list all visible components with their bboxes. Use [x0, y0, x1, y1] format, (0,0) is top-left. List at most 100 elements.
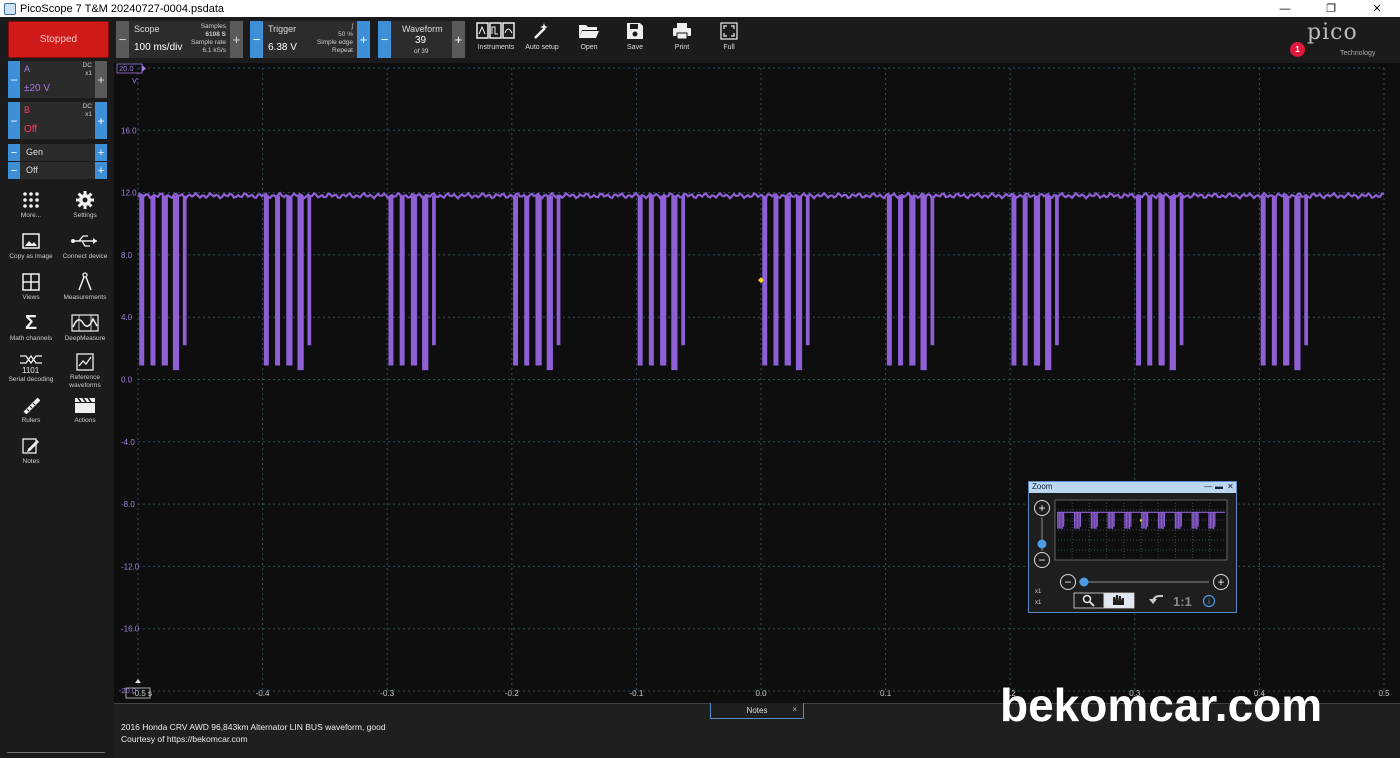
- zoom-in-icon: +: [1217, 575, 1224, 589]
- overview-pulse: [1160, 512, 1163, 529]
- generator-increase[interactable]: +: [95, 144, 107, 161]
- channel-a-range-increase[interactable]: +: [95, 61, 107, 98]
- waveform-current[interactable]: 39: [415, 35, 426, 46]
- waveform-pulse: [556, 195, 561, 346]
- overview-pulse: [1079, 512, 1082, 527]
- full-screen-button[interactable]: Full: [706, 19, 752, 59]
- overview-pulse: [1214, 512, 1216, 527]
- ruler-icon: [22, 394, 40, 416]
- notes-line-1: 2016 Honda CRV AWD 96,843km Alternator L…: [121, 722, 386, 732]
- serial-decoding-button[interactable]: 1101 Serial decoding: [3, 353, 59, 393]
- generator-state-decrease[interactable]: −: [8, 162, 20, 179]
- overview-pulse: [1092, 512, 1094, 529]
- zoom-restore-button[interactable]: ▬: [1215, 482, 1223, 491]
- run-stop-button[interactable]: Stopped: [8, 21, 109, 58]
- overview-pulse: [1191, 512, 1193, 529]
- notes-button[interactable]: Notes: [3, 435, 59, 475]
- auto-setup-button[interactable]: Auto setup: [519, 19, 565, 59]
- save-button[interactable]: Save: [612, 19, 658, 59]
- timebase-decrease-button[interactable]: −: [116, 21, 129, 58]
- zoom-overview-panel[interactable]: Zoom — ▬ ✕ + − − +1:1 i x1 x1: [1028, 481, 1237, 613]
- clapperboard-icon: [74, 394, 96, 416]
- waveform-pulse: [161, 195, 168, 366]
- waveform-pulse: [297, 195, 304, 371]
- overview-pulse: [1176, 512, 1178, 529]
- waveform-pulse: [795, 195, 803, 371]
- waveform-pulse: [886, 195, 892, 366]
- deepmeasure-button[interactable]: DeepMeasure: [57, 312, 113, 352]
- generator-label: Gen: [26, 147, 44, 157]
- pico-logo: 1 pico Technology: [1290, 20, 1390, 60]
- channel-a-range[interactable]: ±20 V: [24, 83, 50, 94]
- settings-button[interactable]: Settings: [57, 189, 113, 229]
- overview-pulse: [1076, 512, 1079, 529]
- trigger-level-value[interactable]: 6.38 V: [268, 42, 297, 53]
- restore-button[interactable]: ❐: [1308, 0, 1354, 17]
- overview-pulse: [1130, 512, 1132, 527]
- instruments-button[interactable]: Instruments: [473, 19, 519, 59]
- notes-close-icon[interactable]: ×: [792, 705, 797, 714]
- channel-b-range[interactable]: Off: [24, 124, 37, 135]
- waveform-pulse: [139, 195, 145, 366]
- connect-device-button[interactable]: Connect device: [57, 230, 113, 270]
- actions-button[interactable]: Actions: [57, 394, 113, 434]
- overview-pulse: [1157, 512, 1160, 529]
- overview-pulse: [1197, 512, 1199, 527]
- zoom-close-button[interactable]: ✕: [1227, 482, 1234, 491]
- overview-trigger-marker: [1139, 519, 1143, 522]
- channel-b-control: − B Off DC x1 +: [8, 102, 107, 139]
- more-button[interactable]: More...: [3, 189, 59, 229]
- trigger-increase-button[interactable]: +: [357, 21, 370, 58]
- waveform-pulse: [1158, 195, 1165, 366]
- watermark-text: bekomcar.com: [1000, 679, 1323, 731]
- zoom-title-bar[interactable]: Zoom — ▬ ✕: [1029, 482, 1236, 493]
- notes-tab[interactable]: Notes ×: [710, 703, 804, 719]
- waveform-pulse: [671, 195, 678, 371]
- overview-pulse: [1090, 512, 1092, 529]
- zoom-minimize-button[interactable]: —: [1204, 482, 1212, 491]
- channel-b-range-decrease[interactable]: −: [8, 102, 20, 139]
- channel-b-range-increase[interactable]: +: [95, 102, 107, 139]
- reference-waveforms-button[interactable]: Reference waveforms: [57, 351, 113, 391]
- measurements-button[interactable]: Measurements: [57, 271, 113, 311]
- overview-pulse: [1193, 512, 1195, 529]
- reference-waveform-icon: [76, 351, 94, 373]
- waveform-previous-button[interactable]: −: [378, 21, 391, 58]
- overview-pulse: [1096, 512, 1098, 527]
- waveform-total: of 39: [414, 48, 429, 55]
- deepmeasure-icon: [71, 312, 99, 334]
- minimize-button[interactable]: —: [1262, 0, 1308, 17]
- generator-decrease[interactable]: −: [8, 144, 20, 161]
- math-channels-button[interactable]: Σ Math channels: [3, 312, 59, 352]
- channel-b-name: B: [24, 105, 31, 115]
- channel-a-range-decrease[interactable]: −: [8, 61, 20, 98]
- views-button[interactable]: Views: [3, 271, 59, 311]
- waveform-pulse: [432, 195, 436, 346]
- waveform-pulse: [784, 195, 791, 366]
- generator-control: − Gen +: [8, 144, 107, 161]
- waveform-pulse: [275, 195, 281, 366]
- overview-pulse: [1174, 512, 1176, 529]
- overview-pulse: [1162, 512, 1164, 530]
- timebase-value[interactable]: 100 ms/div: [134, 42, 182, 53]
- notification-badge[interactable]: 1: [1290, 42, 1305, 57]
- zoom-overview-chart[interactable]: + − − +1:1 i: [1029, 493, 1236, 612]
- rulers-button[interactable]: Rulers: [3, 394, 59, 434]
- open-button[interactable]: Open: [566, 19, 612, 59]
- overview-pulse: [1061, 512, 1063, 530]
- overview-pulse: [1127, 512, 1129, 529]
- trigger-decrease-button[interactable]: −: [250, 21, 263, 58]
- waveform-pulse: [1304, 195, 1308, 346]
- generator-state[interactable]: Off: [26, 165, 38, 175]
- waveform-next-button[interactable]: +: [452, 21, 465, 58]
- print-button[interactable]: Print: [659, 19, 705, 59]
- close-button[interactable]: ✕: [1354, 0, 1400, 17]
- copy-as-image-button[interactable]: Copy as image: [3, 230, 59, 270]
- trigger-info: ʃ 50 % Simple edge Repeat: [316, 23, 353, 54]
- zoom-in-icon: +: [1038, 501, 1045, 515]
- y-axis-marker: [142, 65, 146, 72]
- waveform-pulse: [388, 195, 394, 366]
- generator-state-increase[interactable]: +: [95, 162, 107, 179]
- timebase-increase-button[interactable]: +: [230, 21, 243, 58]
- grid-dots-icon: [22, 189, 40, 211]
